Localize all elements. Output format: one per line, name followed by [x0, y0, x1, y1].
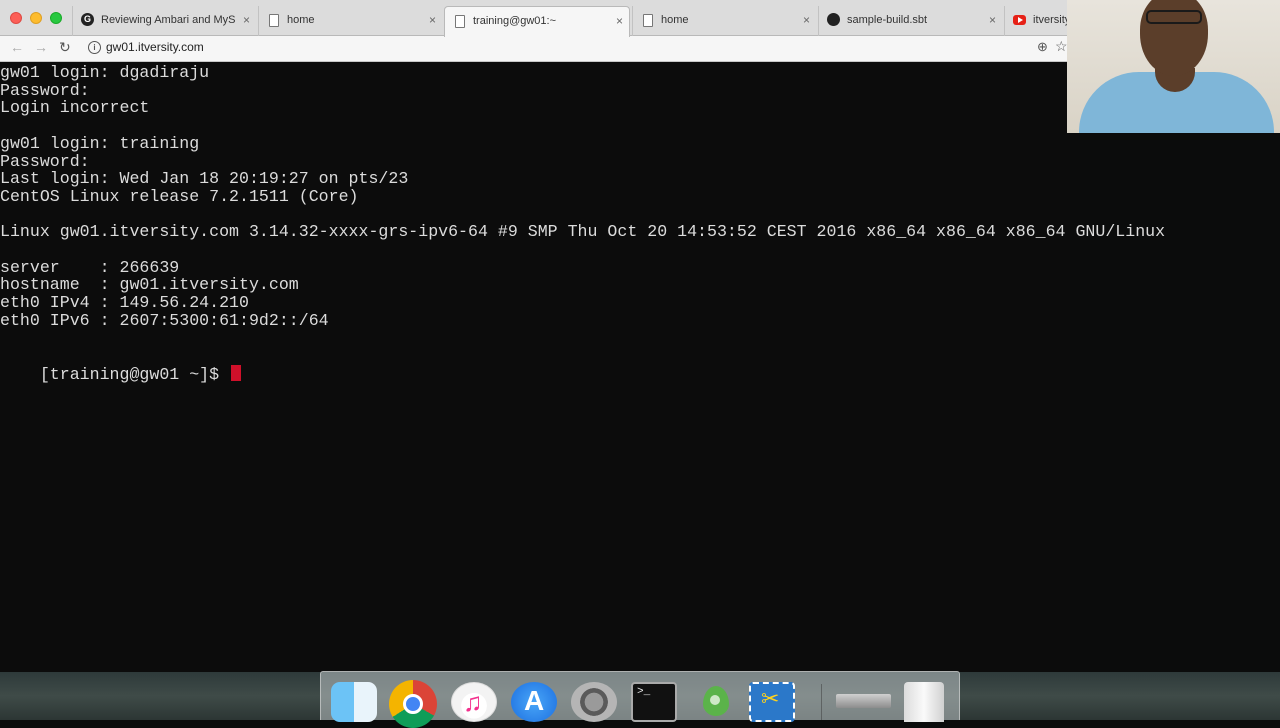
youtube-icon: [1013, 15, 1026, 25]
tab-home-2[interactable]: home ×: [632, 6, 816, 36]
terminal-line: server : 266639: [0, 257, 180, 277]
close-tab-icon[interactable]: ×: [989, 6, 996, 34]
trash-icon[interactable]: [904, 682, 944, 722]
tab-training-terminal[interactable]: training@gw01:~ ×: [444, 6, 630, 37]
tab-title: home: [287, 14, 315, 26]
app-store-icon[interactable]: [511, 682, 557, 722]
document-icon: [269, 14, 279, 27]
sourcetree-icon[interactable]: [693, 682, 739, 722]
macos-dock: [320, 671, 960, 728]
document-icon: [643, 14, 653, 27]
tab-title: home: [661, 14, 689, 26]
close-tab-icon[interactable]: ×: [616, 7, 623, 35]
github-icon: [827, 13, 840, 26]
terminal-line: gw01 login: dgadiraju: [0, 63, 210, 82]
terminal-line: CentOS Linux release 7.2.1511 (Core): [0, 186, 359, 206]
terminal-line: Password:: [0, 151, 90, 171]
terminal-line: Login incorrect: [0, 98, 150, 118]
terminal-line: eth0 IPv6 : 2607:5300:61:9d2::/64: [0, 310, 329, 330]
tab-itversity[interactable]: itversity: [1004, 6, 1068, 36]
close-tab-icon[interactable]: ×: [243, 6, 250, 34]
g-icon: G: [81, 13, 94, 26]
tab-title: training@gw01:~: [473, 15, 557, 27]
system-preferences-icon[interactable]: [571, 682, 617, 722]
dock-separator: [821, 684, 822, 720]
url-field[interactable]: gw01.itversity.com: [106, 40, 204, 54]
terminal-prompt-line[interactable]: [training@gw01 ~]$: [0, 347, 242, 402]
zoom-icon[interactable]: ⊕: [1037, 39, 1048, 55]
tab-reviewing-ambari[interactable]: G Reviewing Ambari and MyS ×: [72, 6, 256, 36]
chrome-icon[interactable]: [389, 680, 437, 728]
close-tab-icon[interactable]: ×: [803, 6, 810, 34]
terminal-icon[interactable]: [631, 682, 677, 722]
close-window-button[interactable]: [10, 12, 22, 24]
text-cursor: [231, 365, 242, 382]
itunes-icon[interactable]: [451, 682, 497, 722]
terminal-line: Linux gw01.itversity.com 3.14.32-xxxx-gr…: [0, 222, 1166, 242]
reload-icon[interactable]: ↻: [59, 39, 71, 56]
webcam-overlay: [1067, 0, 1280, 133]
terminal-line: eth0 IPv4 : 149.56.24.210: [0, 293, 249, 313]
forward-arrow-icon[interactable]: →: [34, 39, 48, 55]
zoom-window-button[interactable]: [50, 12, 62, 24]
close-tab-icon[interactable]: ×: [429, 6, 436, 34]
minimize-window-button[interactable]: [30, 12, 42, 24]
tab-sample-build[interactable]: sample-build.sbt ×: [818, 6, 1002, 36]
external-device-icon[interactable]: [836, 694, 891, 708]
back-arrow-icon[interactable]: ←: [10, 39, 24, 55]
terminal-line: gw01 login: training: [0, 133, 200, 153]
terminal-line: Password:: [0, 80, 90, 100]
bookmark-star-icon[interactable]: ☆: [1055, 38, 1068, 55]
terminal-line: Last login: Wed Jan 18 20:19:27 on pts/2…: [0, 169, 409, 189]
terminal-window[interactable]: gw01 login: dgadiraju Password: Login in…: [0, 62, 1165, 672]
tab-title: itversity: [1033, 14, 1068, 26]
tab-title: sample-build.sbt: [847, 14, 928, 26]
site-info-icon[interactable]: i: [88, 41, 101, 54]
document-icon: [455, 15, 465, 28]
tab-home[interactable]: home ×: [258, 6, 442, 36]
tab-title: Reviewing Ambari and MyS: [101, 14, 236, 26]
screenshot-tool-icon[interactable]: [749, 682, 795, 722]
terminal-line: hostname : gw01.itversity.com: [0, 275, 299, 295]
presenter-glasses: [1146, 10, 1202, 24]
finder-icon[interactable]: [331, 682, 377, 722]
shell-prompt: [training@gw01 ~]$: [39, 365, 230, 385]
